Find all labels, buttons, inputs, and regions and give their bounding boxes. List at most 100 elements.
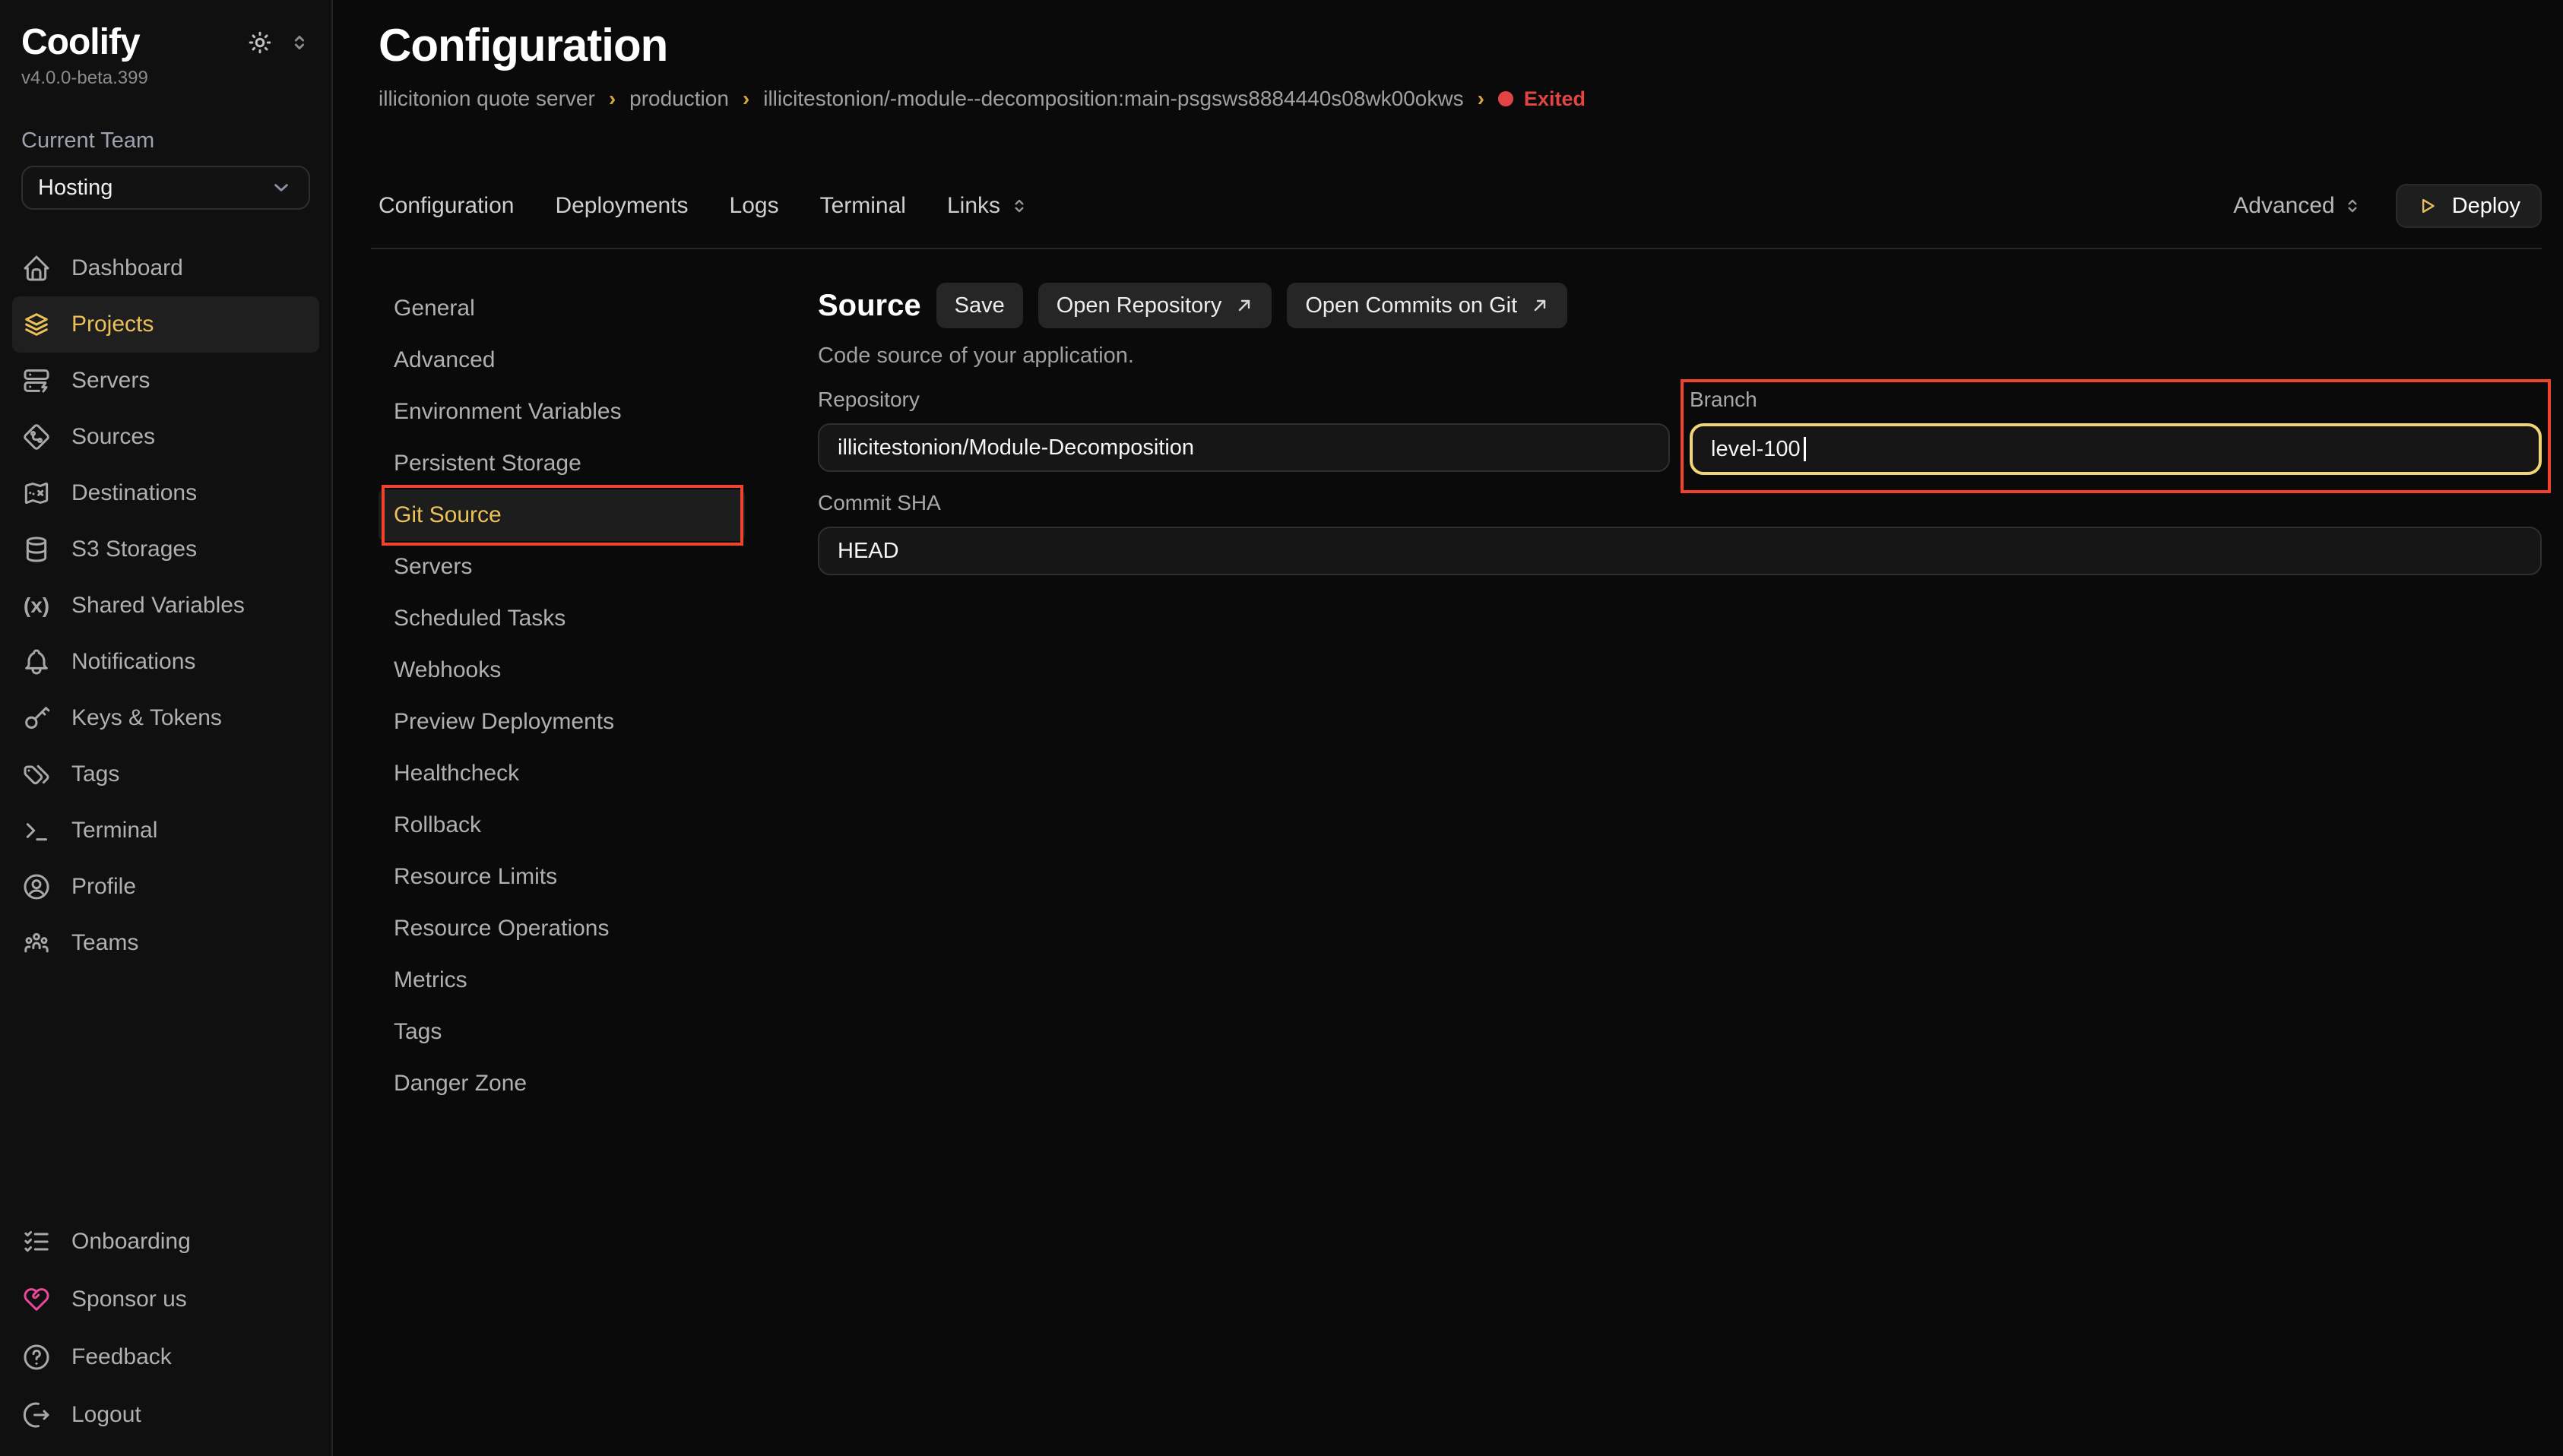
layers-icon xyxy=(21,309,52,340)
subnav-item-rollback[interactable]: Rollback xyxy=(379,799,745,851)
git-source-panel: Source Save Open Repository Open Commits… xyxy=(818,249,2542,1109)
external-link-icon xyxy=(1235,296,1253,315)
tabs-row: Configuration Deployments Logs Terminal … xyxy=(379,184,2542,228)
current-team-label: Current Team xyxy=(12,128,319,154)
sidebar-item-projects[interactable]: Projects xyxy=(12,296,319,353)
sidebar-item-feedback[interactable]: Feedback xyxy=(12,1328,319,1386)
sidebar-item-label: Sponsor us xyxy=(71,1287,187,1312)
sidebar-item-label: Keys & Tokens xyxy=(71,705,222,731)
sidebar-item-logout[interactable]: Logout xyxy=(12,1386,319,1444)
app-version: v4.0.0-beta.399 xyxy=(12,68,319,89)
app-logo: Coolify xyxy=(21,21,140,63)
tab-links[interactable]: Links xyxy=(947,193,1029,219)
subnav-label: Resource Limits xyxy=(394,864,557,890)
sidebar-item-label: Dashboard xyxy=(71,255,183,281)
tab-logs[interactable]: Logs xyxy=(730,193,779,219)
commit-sha-input[interactable]: HEAD xyxy=(818,527,2542,575)
subnav-item-git-source[interactable]: Git Source xyxy=(379,489,745,541)
sidebar-item-label: Logout xyxy=(71,1402,141,1428)
deploy-label: Deploy xyxy=(2452,194,2520,219)
subnav-item-metrics[interactable]: Metrics xyxy=(379,954,745,1006)
page-title: Configuration xyxy=(379,18,2542,73)
chevron-down-icon xyxy=(269,176,293,200)
sidebar-item-notifications[interactable]: Notifications xyxy=(12,634,319,690)
subnav-item-persistent-storage[interactable]: Persistent Storage xyxy=(379,438,745,489)
tab-label: Terminal xyxy=(820,193,906,219)
main-content: Configuration illicitonion quote server … xyxy=(333,0,2563,1456)
repository-field: Repository illicitestonion/Module-Decomp… xyxy=(818,387,1670,475)
breadcrumb-project[interactable]: illicitonion quote server xyxy=(379,87,595,111)
commit-sha-label: Commit SHA xyxy=(818,490,2542,516)
sidebar-item-s3-storages[interactable]: S3 Storages xyxy=(12,521,319,578)
sidebar-footer: Onboarding Sponsor us Feedback Logout xyxy=(12,1213,319,1444)
breadcrumb-separator: › xyxy=(1478,87,1484,111)
team-select[interactable]: Hosting xyxy=(21,166,310,210)
tab-label: Configuration xyxy=(379,193,514,219)
branch-value: level-100 xyxy=(1711,437,1801,462)
sidebar-item-keys-tokens[interactable]: Keys & Tokens xyxy=(12,690,319,746)
repository-label: Repository xyxy=(818,387,1670,413)
subnav-label: Scheduled Tasks xyxy=(394,606,566,631)
sidebar-item-label: Sources xyxy=(71,424,155,450)
sidebar-item-terminal[interactable]: Terminal xyxy=(12,802,319,859)
branch-field: Branch level-100 xyxy=(1690,387,2542,475)
sidebar-item-label: Servers xyxy=(71,368,150,394)
subnav-item-resource-limits[interactable]: Resource Limits xyxy=(379,851,745,903)
subnav-label: Metrics xyxy=(394,967,467,993)
subnav-item-resource-operations[interactable]: Resource Operations xyxy=(379,903,745,954)
branch-label: Branch xyxy=(1690,387,2542,413)
subnav-label: Advanced xyxy=(394,347,495,373)
breadcrumb-application[interactable]: illicitestonion/-module--decomposition:m… xyxy=(763,87,1463,111)
heart-icon xyxy=(21,1284,52,1315)
tabs: Configuration Deployments Logs Terminal … xyxy=(379,193,1029,219)
user-circle-icon xyxy=(21,872,52,902)
repository-input[interactable]: illicitestonion/Module-Decomposition xyxy=(818,423,1670,472)
breadcrumb-environment[interactable]: production xyxy=(629,87,729,111)
sidebar-item-sources[interactable]: Sources xyxy=(12,409,319,465)
sidebar-item-servers[interactable]: Servers xyxy=(12,353,319,409)
variables-icon: (x) xyxy=(21,590,52,621)
logout-icon xyxy=(21,1400,52,1430)
sidebar-item-teams[interactable]: Teams xyxy=(12,915,319,971)
save-button[interactable]: Save xyxy=(936,283,1023,328)
open-repository-button[interactable]: Open Repository xyxy=(1038,283,1272,328)
sidebar-item-label: Tags xyxy=(71,761,119,787)
subnav-item-danger-zone[interactable]: Danger Zone xyxy=(379,1058,745,1109)
tab-label: Logs xyxy=(730,193,779,219)
repository-value: illicitestonion/Module-Decomposition xyxy=(838,435,1194,461)
sidebar-item-label: Projects xyxy=(71,312,154,337)
team-select-value: Hosting xyxy=(38,176,112,201)
subnav-item-environment-variables[interactable]: Environment Variables xyxy=(379,386,745,438)
subnav-item-general[interactable]: General xyxy=(379,283,745,334)
theme-selector-icon[interactable] xyxy=(289,32,310,53)
sidebar-item-sponsor-us[interactable]: Sponsor us xyxy=(12,1271,319,1328)
tab-terminal[interactable]: Terminal xyxy=(820,193,906,219)
subnav-label: Git Source xyxy=(394,502,502,528)
deploy-button[interactable]: Deploy xyxy=(2396,184,2542,228)
tab-configuration[interactable]: Configuration xyxy=(379,193,514,219)
subnav-item-advanced[interactable]: Advanced xyxy=(379,334,745,386)
open-commits-button[interactable]: Open Commits on Git xyxy=(1287,283,1567,328)
subnav-item-scheduled-tasks[interactable]: Scheduled Tasks xyxy=(379,593,745,644)
branch-input[interactable]: level-100 xyxy=(1690,423,2542,475)
sidebar-item-destinations[interactable]: Destinations xyxy=(12,465,319,521)
subnav-label: Webhooks xyxy=(394,657,501,683)
sidebar-item-profile[interactable]: Profile xyxy=(12,859,319,915)
sidebar-item-tags[interactable]: Tags xyxy=(12,746,319,802)
sidebar-item-dashboard[interactable]: Dashboard xyxy=(12,240,319,296)
theme-sun-icon[interactable] xyxy=(246,29,274,56)
tab-deployments[interactable]: Deployments xyxy=(555,193,688,219)
bell-icon xyxy=(21,647,52,677)
subnav-item-preview-deployments[interactable]: Preview Deployments xyxy=(379,696,745,748)
sidebar-item-onboarding[interactable]: Onboarding xyxy=(12,1213,319,1271)
status-badge: Exited xyxy=(1498,87,1586,111)
subnav-item-tags[interactable]: Tags xyxy=(379,1006,745,1058)
sidebar-item-shared-variables[interactable]: (x) Shared Variables xyxy=(12,578,319,634)
advanced-dropdown[interactable]: Advanced xyxy=(2233,193,2362,219)
subnav-label: General xyxy=(394,296,475,321)
subnav-item-servers[interactable]: Servers xyxy=(379,541,745,593)
breadcrumb-separator: › xyxy=(743,87,749,111)
subnav-item-healthcheck[interactable]: Healthcheck xyxy=(379,748,745,799)
database-icon xyxy=(21,534,52,565)
subnav-item-webhooks[interactable]: Webhooks xyxy=(379,644,745,696)
